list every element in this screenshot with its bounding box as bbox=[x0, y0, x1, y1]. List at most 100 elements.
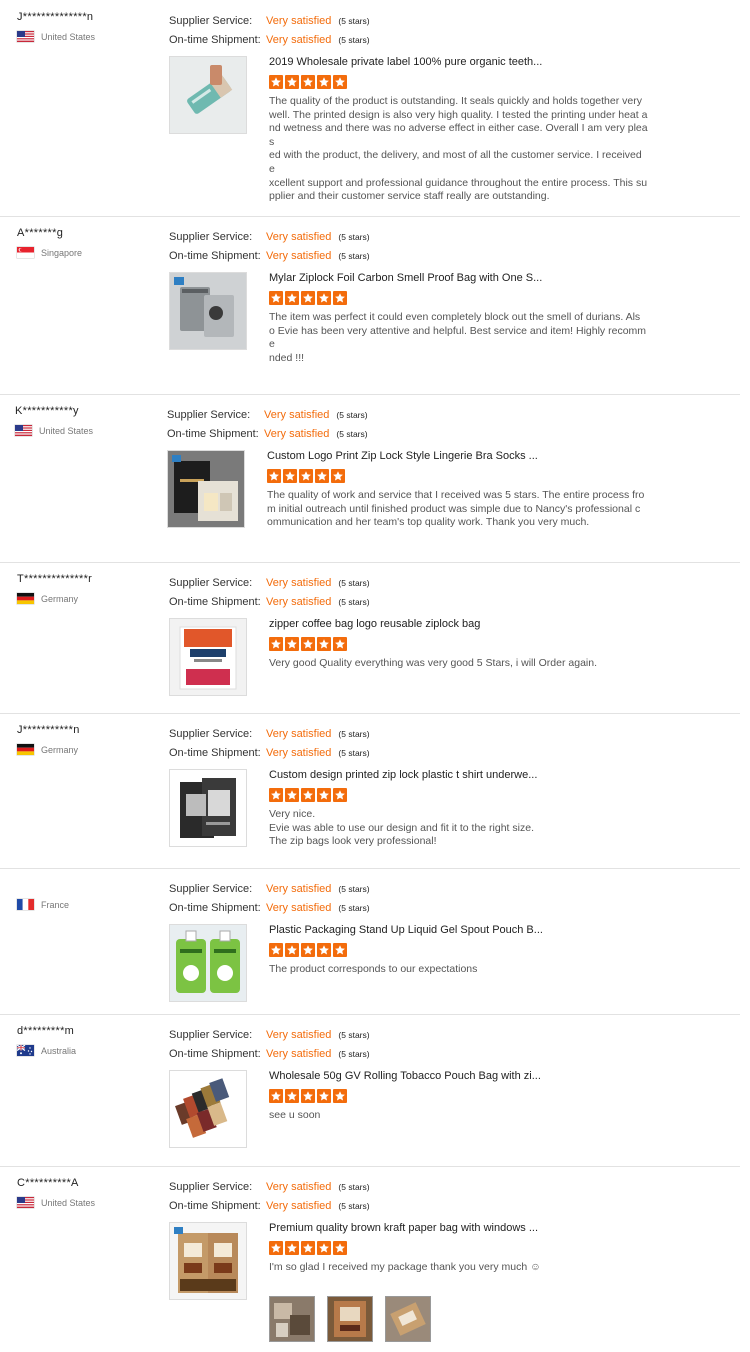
review-comment: The quality of the product is outstandin… bbox=[269, 95, 648, 203]
product-thumbnail[interactable] bbox=[169, 769, 247, 847]
buyer-name: J**************n bbox=[17, 11, 94, 23]
country-name: Australia bbox=[41, 1045, 77, 1056]
supplier-service-stars: (5 stars) bbox=[338, 728, 370, 739]
product-title-link[interactable]: Custom design printed zip lock plastic t… bbox=[269, 769, 649, 783]
review-comment: I'm so glad I received my package thank … bbox=[269, 1261, 541, 1273]
product-star-rating bbox=[269, 788, 649, 802]
supplier-service-label: Supplier Service: bbox=[169, 882, 253, 895]
shipment-stars: (5 stars) bbox=[338, 596, 370, 607]
review-item: J***********n Germany Supplier Service: … bbox=[0, 713, 740, 869]
star-icon bbox=[269, 637, 283, 651]
star-icon bbox=[301, 637, 315, 651]
star-icon bbox=[317, 637, 331, 651]
product-thumbnail[interactable] bbox=[169, 56, 247, 134]
country-name: United States bbox=[39, 425, 94, 436]
supplier-service-value: Very satisfied bbox=[266, 1028, 332, 1041]
shipment-value: Very satisfied bbox=[266, 901, 332, 914]
shipment-value: Very satisfied bbox=[266, 249, 332, 262]
product-title-link[interactable]: Wholesale 50g GV Rolling Tobacco Pouch B… bbox=[269, 1070, 649, 1084]
supplier-service-stars: (5 stars) bbox=[338, 577, 370, 588]
supplier-service-label: Supplier Service: bbox=[169, 14, 253, 27]
product-thumbnail[interactable] bbox=[169, 924, 247, 1002]
product-title-link[interactable]: Mylar Ziplock Foil Carbon Smell Proof Ba… bbox=[269, 272, 649, 286]
product-star-rating bbox=[269, 75, 649, 89]
review-item: d*********m Australia Supplier Service: … bbox=[0, 1014, 740, 1167]
shipment-row: On-time Shipment: Very satisfied (5 star… bbox=[169, 898, 569, 917]
review-item: C**********A United States Supplier Serv… bbox=[0, 1166, 740, 1352]
star-icon bbox=[317, 75, 331, 89]
star-icon bbox=[317, 1241, 331, 1255]
star-icon bbox=[285, 637, 299, 651]
supplier-service-label: Supplier Service: bbox=[169, 727, 253, 740]
shipment-value: Very satisfied bbox=[266, 33, 332, 46]
product-thumbnail[interactable] bbox=[169, 1070, 247, 1148]
buyer-country: United States bbox=[17, 1197, 157, 1208]
shipment-stars: (5 stars) bbox=[338, 747, 370, 758]
star-icon bbox=[333, 943, 347, 957]
review-photo[interactable] bbox=[269, 1296, 315, 1342]
star-icon bbox=[301, 75, 315, 89]
star-icon bbox=[285, 1241, 299, 1255]
review-photo[interactable] bbox=[327, 1296, 373, 1342]
review-item: A*******g Singapore Supplier Service: Ve… bbox=[0, 216, 740, 395]
product-details: Custom design printed zip lock plastic t… bbox=[269, 769, 649, 849]
shipment-label: On-time Shipment: bbox=[169, 1047, 261, 1060]
supplier-service-label: Supplier Service: bbox=[169, 1028, 253, 1041]
buyer-country: Germany bbox=[17, 744, 157, 755]
product-title-link[interactable]: 2019 Wholesale private label 100% pure o… bbox=[269, 56, 649, 70]
supplier-service-value: Very satisfied bbox=[266, 727, 332, 740]
star-icon bbox=[285, 943, 299, 957]
buyer-country: Germany bbox=[17, 593, 157, 604]
review-photos bbox=[269, 1296, 431, 1342]
star-icon bbox=[299, 469, 313, 483]
review-item: T**************r Germany Supplier Servic… bbox=[0, 562, 740, 714]
review-item: K***********y United States Supplier Ser… bbox=[0, 394, 740, 563]
ratings: Supplier Service: Very satisfied (5 star… bbox=[169, 724, 569, 762]
star-icon bbox=[269, 1089, 283, 1103]
shipment-label: On-time Shipment: bbox=[167, 427, 259, 440]
buyer-info: France bbox=[17, 879, 157, 910]
buyer-country: Singapore bbox=[17, 247, 157, 258]
shipment-row: On-time Shipment: Very satisfied (5 star… bbox=[169, 246, 569, 265]
buyer-info: K***********y United States bbox=[15, 405, 155, 436]
star-icon bbox=[269, 291, 283, 305]
product-star-rating bbox=[269, 943, 649, 957]
ratings: Supplier Service: Very satisfied (5 star… bbox=[169, 11, 569, 49]
review-photo[interactable] bbox=[385, 1296, 431, 1342]
star-icon bbox=[269, 788, 283, 802]
star-icon bbox=[285, 75, 299, 89]
product-title-link[interactable]: zipper coffee bag logo reusable ziplock … bbox=[269, 618, 649, 632]
supplier-service-stars: (5 stars) bbox=[338, 1029, 370, 1040]
product-title-link[interactable]: Plastic Packaging Stand Up Liquid Gel Sp… bbox=[269, 924, 649, 938]
star-icon bbox=[333, 291, 347, 305]
review-comment: see u soon bbox=[269, 1109, 321, 1121]
shipment-value: Very satisfied bbox=[266, 595, 332, 608]
product-thumbnail[interactable] bbox=[169, 618, 247, 696]
ratings: Supplier Service: Very satisfied (5 star… bbox=[169, 573, 569, 611]
star-icon bbox=[285, 291, 299, 305]
star-icon bbox=[301, 1089, 315, 1103]
buyer-name bbox=[17, 879, 157, 893]
buyer-info: T**************r Germany bbox=[17, 573, 157, 604]
product-thumbnail[interactable] bbox=[169, 1222, 247, 1300]
product-thumbnail[interactable] bbox=[169, 272, 247, 350]
shipment-stars: (5 stars) bbox=[338, 1048, 370, 1059]
review-comment: The item was perfect it could even compl… bbox=[269, 311, 647, 364]
shipment-label: On-time Shipment: bbox=[169, 901, 261, 914]
ratings: Supplier Service: Very satisfied (5 star… bbox=[169, 879, 569, 917]
buyer-info: C**********A United States bbox=[17, 1177, 157, 1208]
product-title-link[interactable]: Premium quality brown kraft paper bag wi… bbox=[269, 1222, 649, 1236]
buyer-country: United States bbox=[15, 425, 155, 436]
review-comment: The quality of work and service that I r… bbox=[267, 489, 645, 529]
supplier-service-value: Very satisfied bbox=[266, 576, 332, 589]
product-title-link[interactable]: Custom Logo Print Zip Lock Style Lingeri… bbox=[267, 450, 647, 464]
product-thumbnail[interactable] bbox=[167, 450, 245, 528]
star-icon bbox=[315, 469, 329, 483]
supplier-service-row: Supplier Service: Very satisfied (5 star… bbox=[169, 573, 569, 592]
shipment-label: On-time Shipment: bbox=[169, 33, 261, 46]
buyer-info: J***********n Germany bbox=[17, 724, 157, 755]
supplier-service-row: Supplier Service: Very satisfied (5 star… bbox=[167, 405, 567, 424]
shipment-label: On-time Shipment: bbox=[169, 249, 261, 262]
star-icon bbox=[333, 1089, 347, 1103]
star-icon bbox=[331, 469, 345, 483]
